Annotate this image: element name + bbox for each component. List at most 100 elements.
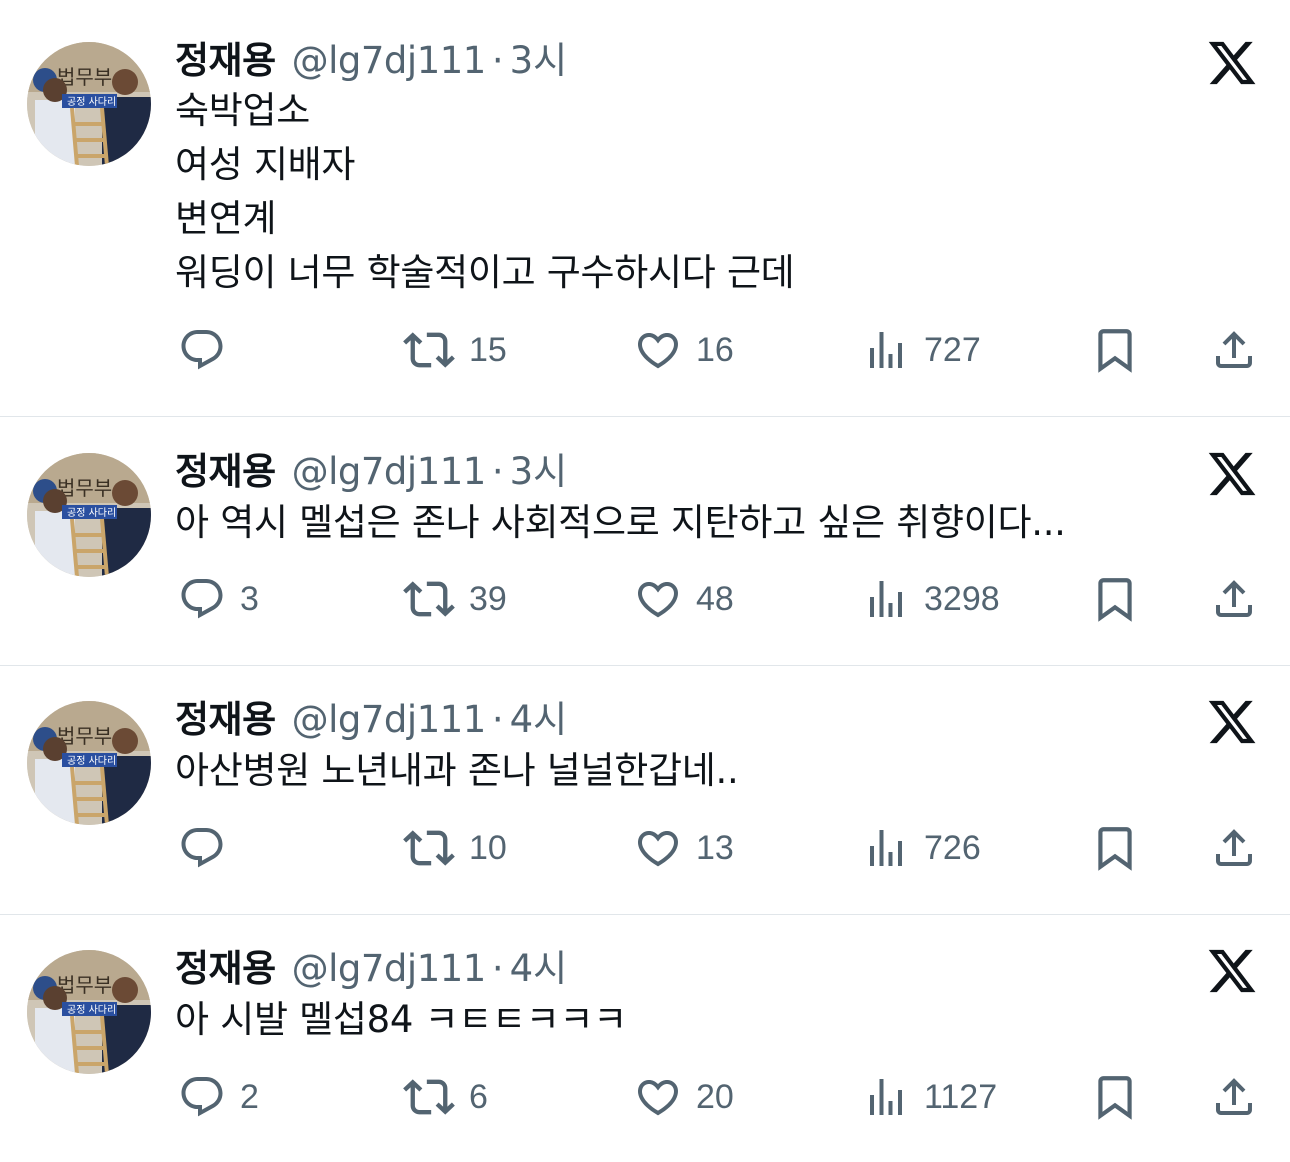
tweet-text-line: 아산병원 노년내과 존나 널널한갑네.. — [175, 749, 739, 792]
retweet-icon — [403, 830, 455, 866]
retweet-button[interactable]: 6 — [403, 1072, 488, 1122]
like-count: 20 — [696, 1077, 734, 1116]
tweet-text-line: 변연계 — [175, 197, 277, 240]
retweet-count: 10 — [469, 828, 507, 867]
tweet[interactable]: 법무부 공정 사다리 정재용 @lg7dj111 · 4시 아 시발 멜섭84 … — [0, 915, 1290, 1162]
bookmark-icon — [1098, 329, 1132, 373]
views-icon — [870, 332, 902, 368]
reply-icon — [181, 828, 223, 868]
author-handle[interactable]: @lg7dj111 — [292, 447, 487, 497]
reply-icon — [181, 579, 223, 619]
share-button[interactable] — [1210, 574, 1258, 624]
tweet-text-line: 숙박업소 — [175, 89, 310, 132]
heart-icon — [637, 582, 679, 618]
author-name[interactable]: 정재용 — [175, 36, 276, 86]
bookmark-icon — [1098, 578, 1132, 622]
bookmark-button[interactable] — [1090, 325, 1140, 375]
avatar-banner-text: 공정 사다리 — [67, 96, 116, 108]
author-handle[interactable]: @lg7dj111 — [292, 944, 487, 994]
tweet-text-line: 아 시발 멜섭84 ㅋㅌㅌㅋㅋㅋ — [175, 998, 628, 1041]
reply-button[interactable]: 2 — [178, 1072, 259, 1122]
retweet-button[interactable]: 10 — [403, 823, 507, 873]
views-count: 1127 — [924, 1077, 998, 1116]
timestamp[interactable]: 3시 — [510, 447, 568, 497]
avatar[interactable]: 법무부 공정 사다리 — [27, 453, 151, 577]
tweet-text-line: 아 역시 멜섭은 존나 사회적으로 지탄하고 싶은 취향이다... — [175, 501, 1066, 544]
reply-button[interactable] — [178, 823, 240, 873]
heart-icon — [637, 333, 679, 369]
views-icon — [870, 1079, 902, 1115]
separator-dot: · — [491, 39, 504, 82]
like-button[interactable]: 20 — [634, 1072, 734, 1122]
views-button[interactable]: 1127 — [862, 1072, 997, 1122]
share-button[interactable] — [1210, 823, 1258, 873]
bookmark-icon — [1098, 827, 1132, 871]
retweet-count: 15 — [469, 330, 507, 369]
views-count: 3298 — [924, 579, 1000, 618]
tweet[interactable]: 법무부 공정 사다리 정재용 @lg7dj111 · 4시 아산병원 노년내과 … — [0, 666, 1290, 914]
share-button[interactable] — [1210, 325, 1258, 375]
like-button[interactable]: 48 — [634, 574, 734, 624]
reply-icon — [181, 1077, 223, 1117]
author-handle[interactable]: @lg7dj111 — [292, 36, 487, 86]
avatar-banner-text: 공정 사다리 — [67, 1004, 116, 1016]
x-logo-icon — [1206, 448, 1258, 500]
retweet-icon — [403, 1079, 455, 1115]
x-logo-icon — [1206, 696, 1258, 748]
reply-count: 2 — [240, 1077, 259, 1116]
views-button[interactable]: 727 — [862, 325, 981, 375]
avatar[interactable]: 법무부 공정 사다리 — [27, 42, 151, 166]
timestamp[interactable]: 4시 — [510, 944, 568, 994]
views-icon — [870, 581, 902, 617]
avatar[interactable]: 법무부 공정 사다리 — [27, 701, 151, 825]
tweet-text-line: 워딩이 너무 학술적이고 구수하시다 근데 — [175, 251, 795, 294]
views-button[interactable]: 3298 — [862, 574, 1000, 624]
reply-count: 3 — [240, 579, 259, 618]
share-icon — [1216, 331, 1252, 368]
views-count: 727 — [924, 330, 981, 369]
x-logo-icon — [1206, 37, 1258, 89]
tweet-text: 아 시발 멜섭84 ㅋㅌㅌㅋㅋㅋ — [175, 993, 627, 1047]
share-button[interactable] — [1210, 1072, 1258, 1122]
reply-icon — [181, 330, 223, 370]
tweet[interactable]: 법무부 공정 사다리 정재용 @lg7dj111 · 3시 숙박업소 여성 지배… — [0, 0, 1290, 416]
tweet-text: 아산병원 노년내과 존나 널널한갑네.. — [175, 744, 739, 798]
separator-dot: · — [491, 947, 504, 990]
heart-icon — [637, 1080, 679, 1116]
avatar-banner-text: 공정 사다리 — [67, 507, 116, 519]
share-icon — [1216, 829, 1252, 866]
retweet-icon — [403, 332, 455, 368]
tweet-text-line: 여성 지배자 — [175, 143, 356, 186]
retweet-button[interactable]: 15 — [403, 325, 507, 375]
views-count: 726 — [924, 828, 981, 867]
retweet-count: 39 — [469, 579, 507, 618]
tweet[interactable]: 법무부 공정 사다리 정재용 @lg7dj111 · 3시 아 역시 멜섭은 존… — [0, 417, 1290, 665]
author-name[interactable]: 정재용 — [175, 695, 276, 745]
x-logo-icon — [1206, 945, 1258, 997]
like-button[interactable]: 13 — [634, 823, 734, 873]
share-icon — [1216, 580, 1252, 617]
timestamp[interactable]: 3시 — [510, 36, 568, 86]
separator-dot: · — [491, 698, 504, 741]
retweet-button[interactable]: 39 — [403, 574, 507, 624]
views-button[interactable]: 726 — [862, 823, 981, 873]
like-button[interactable]: 16 — [634, 325, 734, 375]
avatar-banner-text: 공정 사다리 — [67, 755, 116, 767]
reply-button[interactable]: 3 — [178, 574, 259, 624]
share-icon — [1216, 1078, 1252, 1115]
like-count: 16 — [696, 330, 734, 369]
like-count: 48 — [696, 579, 734, 618]
bookmark-button[interactable] — [1090, 574, 1140, 624]
avatar[interactable]: 법무부 공정 사다리 — [27, 950, 151, 1074]
author-name[interactable]: 정재용 — [175, 944, 276, 994]
tweet-text: 아 역시 멜섭은 존나 사회적으로 지탄하고 싶은 취향이다... — [175, 496, 1066, 550]
bookmark-button[interactable] — [1090, 1072, 1140, 1122]
timestamp[interactable]: 4시 — [510, 695, 568, 745]
retweet-count: 6 — [469, 1077, 488, 1116]
author-handle[interactable]: @lg7dj111 — [292, 695, 487, 745]
like-count: 13 — [696, 828, 734, 867]
author-name[interactable]: 정재용 — [175, 447, 276, 497]
reply-button[interactable] — [178, 325, 240, 375]
bookmark-button[interactable] — [1090, 823, 1140, 873]
views-icon — [870, 830, 902, 866]
